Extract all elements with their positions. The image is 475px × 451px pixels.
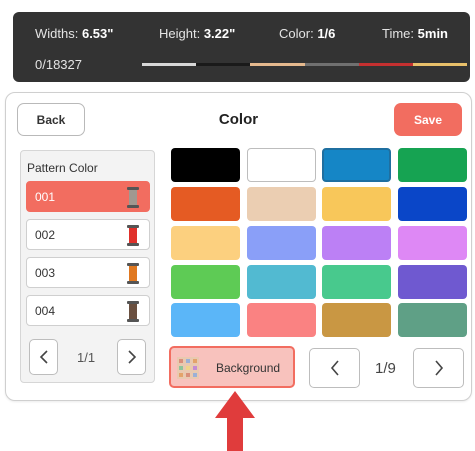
time-stat: Time: 5min (382, 26, 448, 41)
time-value: 5min (417, 26, 448, 41)
color-editor-card: Back Color Save Pattern Color 001 002 00… (5, 92, 472, 401)
color-swatch[interactable] (398, 226, 467, 260)
height-value: 3.22" (203, 26, 236, 41)
thread-item[interactable]: 001 (26, 181, 150, 212)
color-stat: Color: 1/6 (279, 26, 335, 41)
thread-spool-icon (127, 187, 139, 208)
background-pattern-icon (177, 357, 199, 379)
thread-spool-icon (127, 263, 139, 284)
color-label: Color: (279, 26, 314, 41)
strip-segment (412, 63, 468, 66)
color-swatch[interactable] (171, 148, 240, 182)
palette-next-button[interactable] (413, 348, 464, 388)
color-swatch[interactable] (322, 265, 391, 299)
stitch-progress: 0/18327 (35, 57, 82, 72)
thread-spool-icon (127, 225, 139, 246)
strip-segment (358, 63, 413, 66)
chevron-right-icon (434, 360, 443, 376)
widths-value: 6.53" (81, 26, 114, 41)
pattern-color-title: Pattern Color (27, 161, 98, 175)
thread-number: 002 (35, 228, 56, 242)
red-arrow-icon (215, 391, 255, 451)
strip-segment (250, 63, 305, 66)
save-button[interactable]: Save (394, 103, 462, 136)
thread-item[interactable]: 003 (26, 257, 150, 288)
info-bar: Widths: 6.53" Height: 3.22" Color: 1/6 T… (13, 12, 470, 82)
color-swatch[interactable] (171, 303, 240, 337)
widths-label: Widths: (35, 26, 79, 41)
thread-number: 003 (35, 266, 56, 280)
height-label: Height: (159, 26, 201, 41)
pattern-page-indicator: 1/1 (77, 350, 96, 365)
strip-segment (142, 63, 197, 66)
chevron-right-icon (127, 350, 136, 364)
pattern-next-button[interactable] (117, 339, 146, 375)
thread-item[interactable]: 004 (26, 295, 150, 326)
time-label: Time: (382, 26, 415, 41)
background-button[interactable]: Background (169, 346, 295, 388)
pattern-color-panel: Pattern Color 001 002 003 004 1/1 (20, 150, 155, 383)
color-swatch[interactable] (322, 226, 391, 260)
thread-item[interactable]: 002 (26, 219, 150, 250)
color-sequence-strip (142, 63, 468, 66)
background-label: Background (216, 361, 281, 375)
color-swatch[interactable] (322, 148, 391, 182)
thread-number: 004 (35, 304, 56, 318)
chevron-left-icon (39, 350, 48, 364)
strip-segment (304, 63, 359, 66)
thread-number: 001 (35, 190, 56, 204)
color-swatch[interactable] (398, 265, 467, 299)
color-swatch[interactable] (171, 226, 240, 260)
color-swatch[interactable] (398, 303, 467, 337)
color-swatch[interactable] (247, 148, 316, 182)
color-swatch[interactable] (247, 226, 316, 260)
widths-stat: Widths: 6.53" (35, 26, 113, 41)
palette-page-indicator: 1/9 (375, 360, 396, 377)
thread-spool-icon (127, 301, 139, 322)
color-swatch[interactable] (322, 187, 391, 221)
pattern-prev-button[interactable] (29, 339, 58, 375)
color-swatch[interactable] (247, 187, 316, 221)
color-swatch[interactable] (322, 303, 391, 337)
color-swatch[interactable] (398, 187, 467, 221)
color-swatch[interactable] (171, 187, 240, 221)
palette-prev-button[interactable] (309, 348, 360, 388)
color-swatch[interactable] (171, 265, 240, 299)
color-swatch[interactable] (247, 303, 316, 337)
color-value: 1/6 (317, 26, 336, 41)
color-swatch[interactable] (247, 265, 316, 299)
color-swatch[interactable] (398, 148, 467, 182)
strip-segment (196, 63, 251, 66)
height-stat: Height: 3.22" (159, 26, 235, 41)
chevron-left-icon (330, 360, 339, 376)
